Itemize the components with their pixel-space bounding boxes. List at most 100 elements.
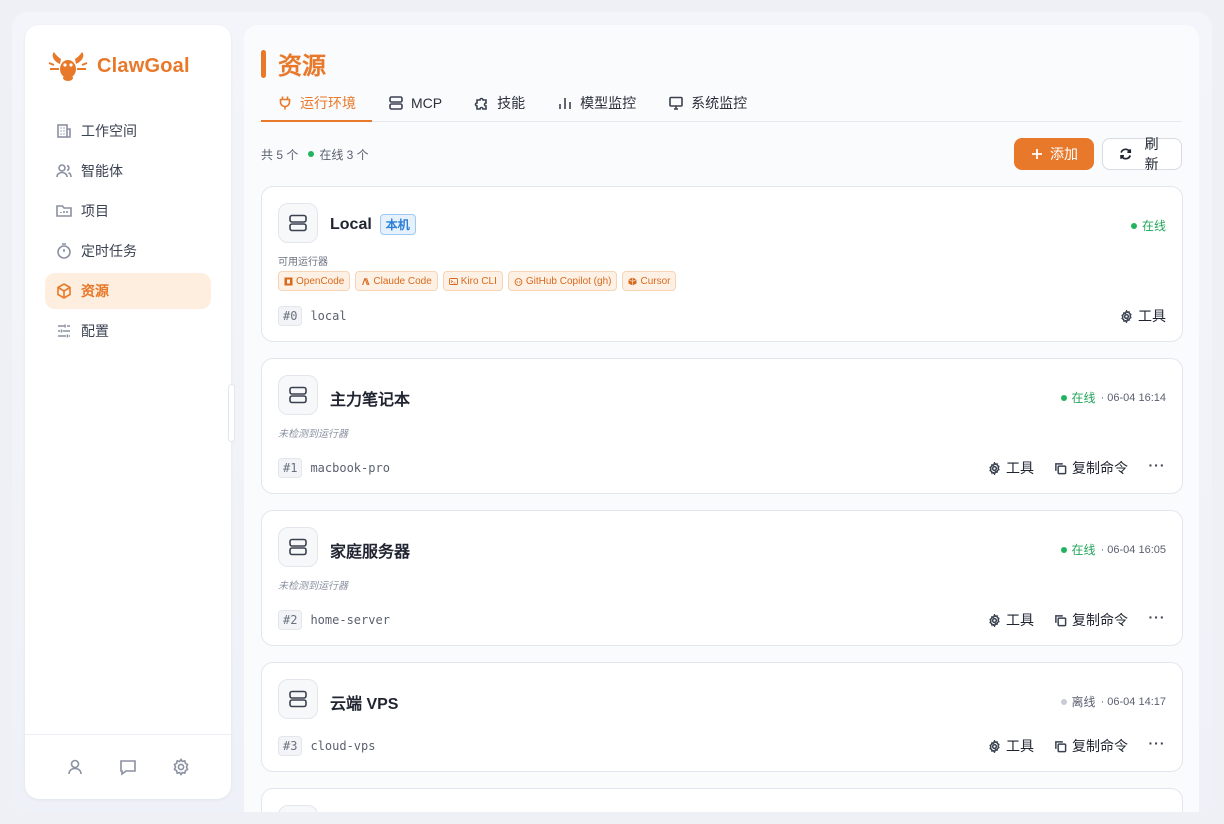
sidebar-item-projects[interactable]: 项目 [45,193,211,229]
copy-command-button[interactable]: 复制命令 [1054,610,1128,630]
no-runners-text: 未检测到运行器 [278,429,348,440]
copy-command-label: 复制命令 [1072,612,1128,628]
tab-skills[interactable]: 技能 [458,85,541,121]
main-panel: 资源 运行环境 MCP 技能 模型监控 系统监控 共 5 个 在线 3 个 添加… [244,25,1199,812]
sidebar-item-label: 工作空间 [81,123,137,139]
card-actions: 工具 [1120,306,1166,326]
resource-id: #0 local [278,306,347,326]
settings-icon [173,758,189,776]
runner-chip: GitHub Copilot (gh) [507,271,618,291]
tools-button[interactable]: 工具 [1120,306,1166,326]
last-seen-time: · 06-04 14:17 [1100,695,1166,708]
sidebar-item-scheduled-tasks[interactable]: 定时任务 [45,233,211,269]
more-options-button[interactable]: ··· [1148,609,1166,625]
status-dot [1060,394,1067,401]
folder-icon [56,205,72,217]
local-badge: 本机 [379,214,416,235]
resource-card: 云端 VPS 离线 · 06-04 14:17 #3 cloud-vps 工具 [261,662,1183,772]
copilot-icon [514,277,523,286]
tab-model-monitor[interactable]: 模型监控 [541,85,652,121]
online-dot [308,151,315,157]
card-footer: #0 local 工具 [278,304,1166,328]
status-dot [1060,546,1067,553]
gear-icon [989,613,1000,627]
copy-command-button[interactable]: 复制命令 [1054,736,1128,756]
chat-icon [120,760,136,776]
status-indicator: 在线 · 06-04 16:14 [1060,389,1166,406]
tools-label: 工具 [1006,612,1034,628]
tab-label: 运行环境 [300,95,356,111]
runner-chip-label: Cursor [640,275,671,287]
plus-icon [1032,149,1042,159]
status-text: 在线 [1071,543,1096,557]
last-seen-time: · 06-04 16:05 [1100,543,1166,556]
server-avatar [278,679,318,719]
runner-chip-label: Kiro CLI [460,275,497,287]
tools-button[interactable]: 工具 [988,736,1034,756]
resource-name-text: 主力笔记本 [330,392,411,409]
tab-label: 系统监控 [691,95,748,111]
resource-host: macbook-pro [310,461,390,475]
sidebar-item-config[interactable]: 配置 [45,313,211,349]
status-dot [1060,698,1067,705]
tab-system-monitor[interactable]: 系统监控 [652,85,763,121]
last-seen-time: · 06-04 16:14 [1100,391,1166,404]
no-runners-text: 未检测到运行器 [278,581,348,592]
sidebar-footer [25,755,231,779]
title-accent-bar [261,49,266,78]
card-actions: 工具 复制命令 ··· [988,457,1166,478]
runner-chip: Claude Code [355,271,438,291]
runner-chip: Cursor [622,271,677,291]
card-actions: 工具 复制命令 ··· [988,609,1166,630]
copy-command-button[interactable]: 复制命令 [1054,458,1128,478]
sidebar-item-label: 定时任务 [81,243,137,259]
online-count-text: 在线 3 个 [319,147,369,162]
runner-chip-label: OpenCode [296,275,345,287]
gear-icon [989,739,1000,753]
brand[interactable]: ClawGoal [47,49,190,83]
tab-runtime[interactable]: 运行环境 [261,85,372,122]
users-icon [56,164,72,178]
resource-index: #1 [278,458,303,478]
total-count: 共 5 个 [261,147,299,162]
status-indicator: 在线 · 06-04 16:05 [1060,541,1166,558]
status-indicator: 离线 · 06-04 14:17 [1060,693,1166,710]
server-avatar [278,375,318,415]
tab-label: 模型监控 [580,95,637,111]
cursor-icon [628,277,638,285]
tools-button[interactable]: 工具 [988,610,1034,630]
tools-button[interactable]: 工具 [988,458,1034,478]
status-dot [1130,222,1137,229]
card-footer: #1 macbook-pro 工具 复制命令 ··· [278,456,1166,480]
sidebar-resize-handle[interactable] [229,385,234,441]
resource-name-text: 家庭服务器 [330,544,411,561]
server-icon [289,690,307,708]
add-button[interactable]: 添加 [1014,138,1094,170]
gear-icon [1121,309,1132,323]
user-button[interactable] [63,755,87,779]
sidebar-item-resources[interactable]: 资源 [45,273,211,309]
sidebar-item-label: 资源 [81,283,109,299]
sidebar-item-agents[interactable]: 智能体 [45,153,211,189]
sidebar-item-workspace[interactable]: 工作空间 [45,113,211,149]
resource-card: 家庭服务器 在线 · 06-04 16:05 未检测到运行器 #2 home-s… [261,510,1183,646]
box-icon [57,283,71,299]
resource-host: home-server [310,613,390,627]
refresh-button[interactable]: 刷新 [1102,136,1182,172]
sidebar-item-label: 智能体 [81,163,123,179]
resource-index: #2 [278,610,303,630]
copy-command-label: 复制命令 [1072,460,1128,476]
online-count: 在线 3 个 [308,146,369,163]
server-avatar [278,203,318,243]
tab-mcp[interactable]: MCP [372,85,458,121]
more-options-button[interactable]: ··· [1148,735,1166,751]
tab-bar: 运行环境 MCP 技能 模型监控 系统监控 [261,85,1182,122]
server-avatar [278,805,318,812]
status-text: 在线 [1141,219,1166,233]
anthropic-icon [362,277,370,285]
chat-button[interactable] [116,755,140,779]
bar-chart-icon [559,98,571,109]
more-options-button[interactable]: ··· [1148,457,1166,473]
sidebar-divider [25,734,231,735]
settings-button[interactable] [169,755,193,779]
